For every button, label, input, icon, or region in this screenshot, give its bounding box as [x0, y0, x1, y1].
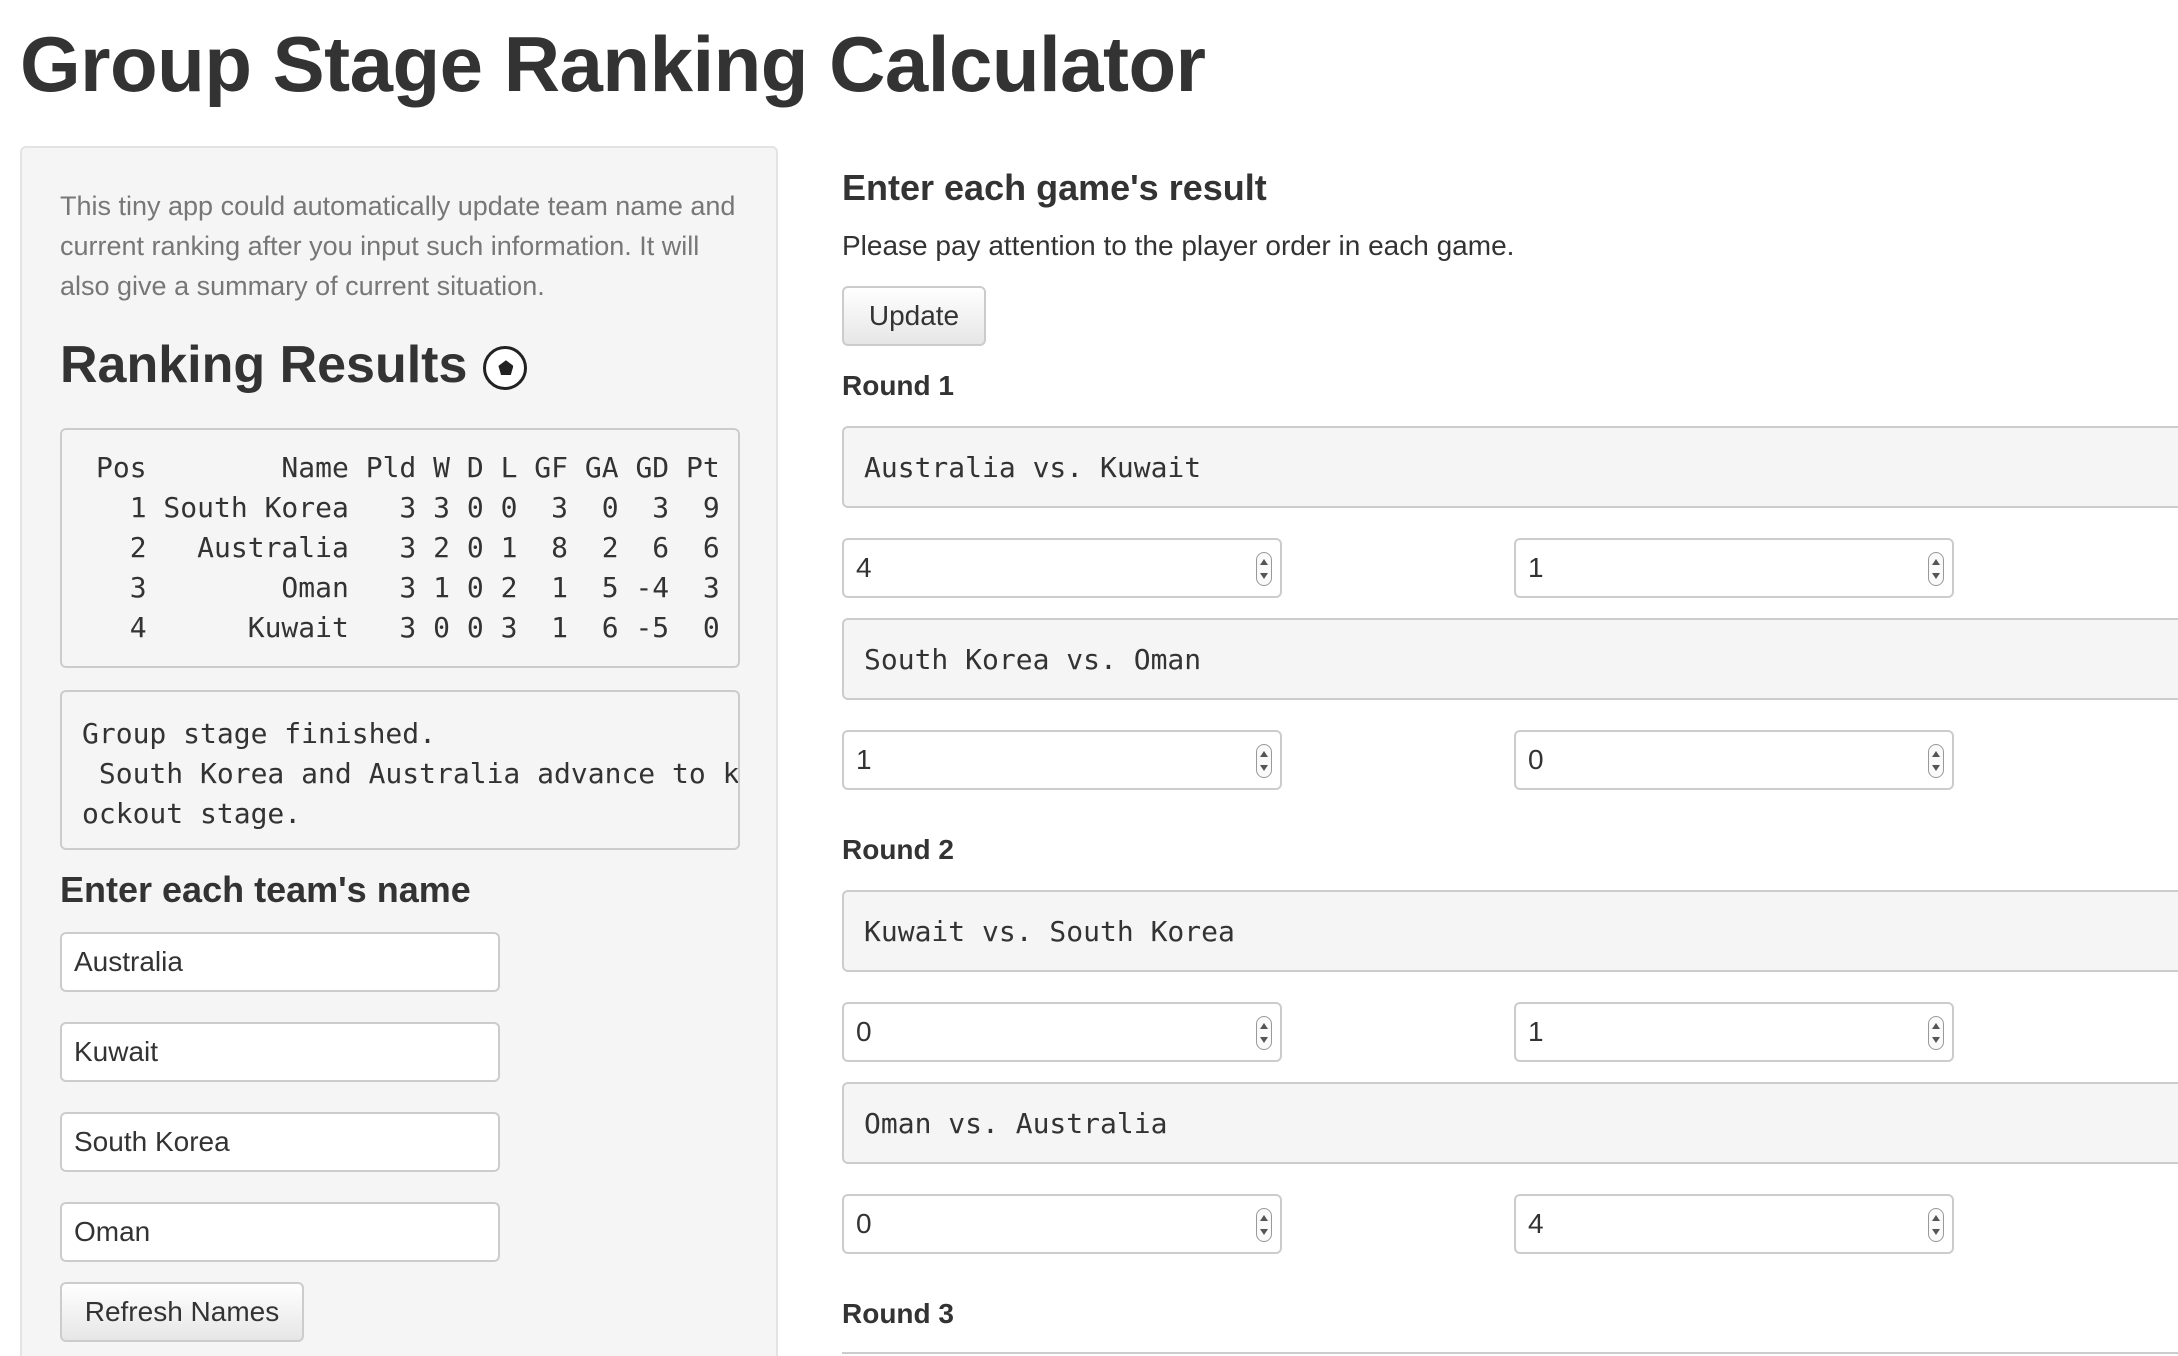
match-label-r2-g1: Kuwait vs. South Korea — [842, 890, 2178, 972]
score-value: 4 — [856, 552, 872, 583]
round-2-label: Round 2 — [842, 834, 954, 865]
spinner-icon[interactable] — [1928, 744, 1944, 778]
match-label-r3-g1 — [842, 1352, 2178, 1356]
score-value: 0 — [1528, 744, 1544, 775]
spinner-icon[interactable] — [1928, 552, 1944, 586]
main-panel: Enter each game's result Please pay atte… — [842, 0, 2178, 1356]
page: Group Stage Ranking Calculator This tiny… — [0, 0, 2178, 1356]
sidebar-panel: This tiny app could automatically update… — [20, 146, 778, 1356]
spinner-icon[interactable] — [1256, 1208, 1272, 1242]
team-name-input-4[interactable] — [60, 1202, 500, 1262]
score-input-home-r2-g1[interactable]: 0 — [842, 1002, 1282, 1062]
round-3-label: Round 3 — [842, 1298, 954, 1329]
score-input-away-r2-g1[interactable]: 1 — [1514, 1002, 1954, 1062]
soccer-ball-icon — [483, 346, 528, 391]
team-name-input-1[interactable] — [60, 932, 500, 992]
player-order-note: Please pay attention to the player order… — [842, 230, 1515, 261]
team-name-input-2[interactable] — [60, 1022, 500, 1082]
match-label-r2-g2: Oman vs. Australia — [842, 1082, 2178, 1164]
intro-text: This tiny app could automatically update… — [60, 191, 736, 301]
score-input-home-r1-g1[interactable]: 4 — [842, 538, 1282, 598]
spinner-icon[interactable] — [1256, 1016, 1272, 1050]
score-input-away-r1-g1[interactable]: 1 — [1514, 538, 1954, 598]
score-value: 1 — [1528, 552, 1544, 583]
spinner-icon[interactable] — [1928, 1208, 1944, 1242]
score-input-home-r1-g2[interactable]: 1 — [842, 730, 1282, 790]
score-value: 1 — [1528, 1016, 1544, 1047]
spinner-icon[interactable] — [1256, 552, 1272, 586]
score-value: 0 — [856, 1208, 872, 1239]
ranking-heading-label: Ranking Results — [60, 336, 468, 394]
score-value: 1 — [856, 744, 872, 775]
spinner-icon[interactable] — [1256, 744, 1272, 778]
refresh-names-button[interactable]: Refresh Names — [60, 1282, 304, 1342]
spinner-icon[interactable] — [1928, 1016, 1944, 1050]
score-value: 4 — [1528, 1208, 1544, 1239]
team-name-input-3[interactable] — [60, 1112, 500, 1172]
status-summary: Group stage finished. South Korea and Au… — [60, 690, 740, 850]
score-value: 0 — [856, 1016, 872, 1047]
team-name-heading: Enter each team's name — [60, 869, 471, 910]
score-input-away-r1-g2[interactable]: 0 — [1514, 730, 1954, 790]
round-1-label: Round 1 — [842, 370, 954, 401]
match-label-r1-g1: Australia vs. Kuwait — [842, 426, 2178, 508]
match-label-r1-g2: South Korea vs. Oman — [842, 618, 2178, 700]
game-results-heading: Enter each game's result — [842, 167, 1267, 208]
ranking-table: Pos Name Pld W D L GF GA GD Pt 1 South K… — [60, 428, 740, 668]
score-input-away-r2-g2[interactable]: 4 — [1514, 1194, 1954, 1254]
ranking-heading: Ranking Results — [60, 334, 528, 396]
update-button[interactable]: Update — [842, 286, 986, 346]
score-input-home-r2-g2[interactable]: 0 — [842, 1194, 1282, 1254]
